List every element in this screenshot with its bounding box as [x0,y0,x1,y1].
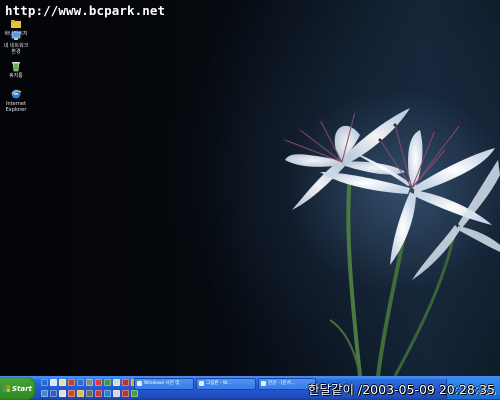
quick-launch-icon[interactable] [95,378,102,386]
taskbar-button-label: 한글 - [문서... [268,381,296,386]
quick-launch-icon[interactable] [104,378,111,386]
quick-launch-icon[interactable] [104,389,111,397]
quick-launch-icon[interactable] [77,389,84,397]
taskbar-button-2[interactable]: 그림판 - W... [196,378,256,390]
quick-launch-icon[interactable] [68,378,75,386]
quick-launch-icon[interactable] [131,389,138,397]
quick-launch-icon[interactable] [122,378,129,386]
paint-icon [199,381,204,386]
desktop-icon-internet-explorer[interactable]: Internet Explorer [1,88,31,113]
recycle-bin-icon [12,62,20,72]
quick-launch-icon[interactable] [50,378,57,386]
folder-icon [11,20,21,28]
desktop-icon-recycle-bin[interactable]: 휴지통 [1,60,31,79]
quick-launch-icon[interactable] [122,389,129,397]
quick-launch-icon[interactable] [59,389,66,397]
quick-launch-icon[interactable] [41,378,48,386]
desktop-icon-label: 휴지통 [9,73,23,79]
taskbar-button-1[interactable]: Windows 사진 및 [134,378,194,390]
quick-launch-icon[interactable] [41,389,48,397]
quick-launch-icon[interactable] [86,378,93,386]
taskbar-button-label: 그림판 - W... [206,381,232,386]
quick-launch-icon[interactable] [59,378,66,386]
quick-launch-bar [41,378,138,399]
start-button[interactable]: Start [0,377,36,400]
desktop-icon-label: 내 네트워크 환경 [3,43,29,55]
flower-wallpaper [283,108,500,376]
quick-launch-icon[interactable] [86,389,93,397]
quick-launch-icon[interactable] [113,389,120,397]
quick-launch-icon[interactable] [95,389,102,397]
quick-launch-icon[interactable] [77,378,84,386]
date-time-overlay: 한달같이 /2003-05-09 20:28:35 [308,382,495,397]
taskbar-button-label: Windows 사진 및 [144,381,180,386]
network-places-icon [11,31,21,40]
quick-launch-icon[interactable] [113,378,120,386]
desktop-icon-label: Internet Explorer [5,101,27,113]
start-label: Start [12,384,32,393]
watermark-url: http://www.bcpark.net [5,3,166,18]
internet-explorer-icon [11,89,22,99]
window-icon [137,381,142,386]
quick-launch-icon[interactable] [68,389,75,397]
desktop[interactable]: http://www.bcpark.net 바나페이지 내 네트워크 환경 휴지… [0,0,500,376]
document-icon [261,381,266,386]
desktop-icon-network[interactable]: 내 네트워크 환경 [1,30,31,55]
windows-logo-icon [3,385,10,392]
quick-launch-icon[interactable] [50,389,57,397]
